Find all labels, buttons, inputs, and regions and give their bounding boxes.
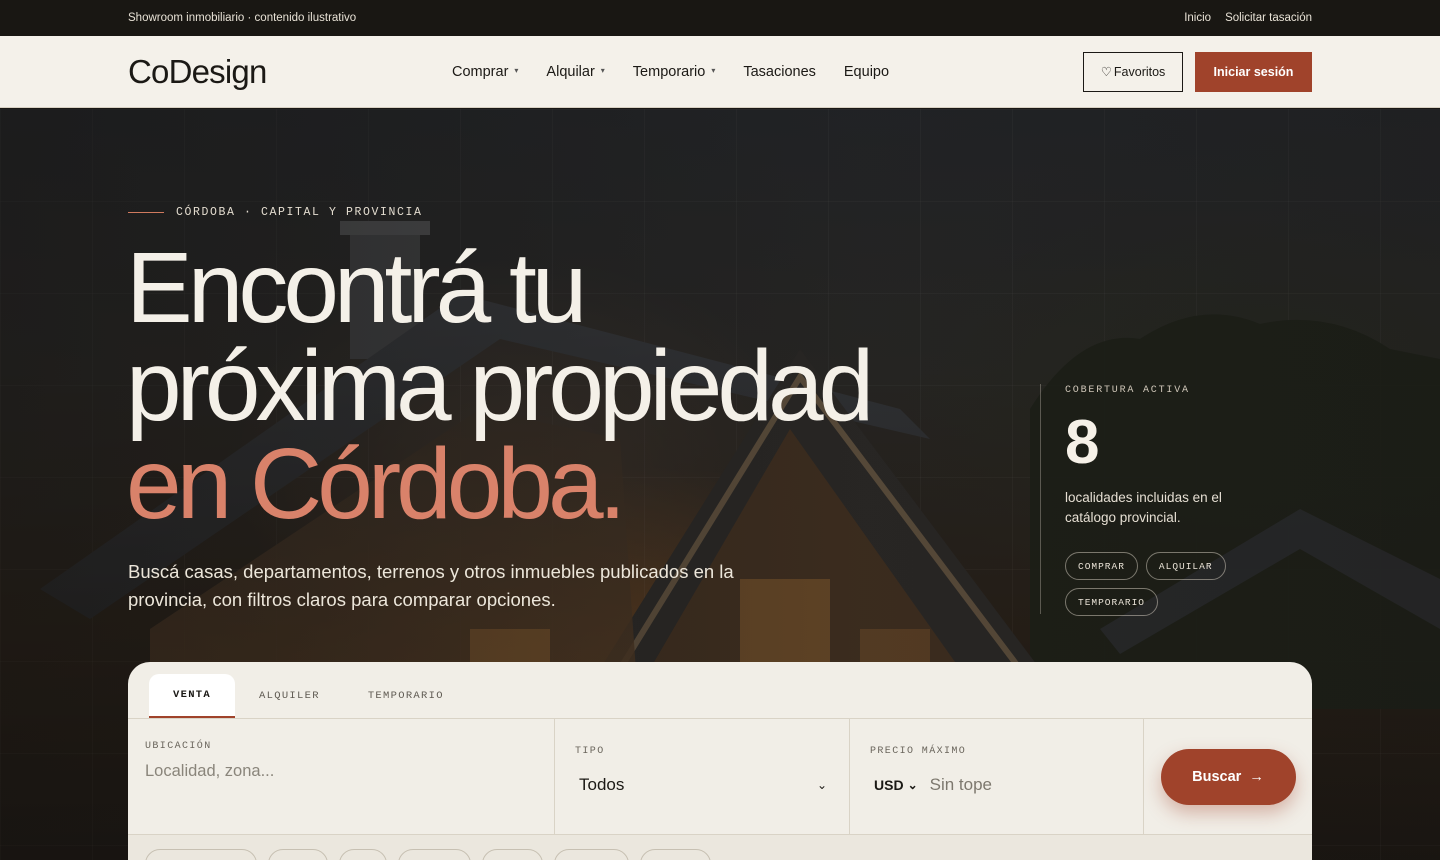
favorites-button[interactable]: ♡ Favoritos <box>1083 51 1183 92</box>
chip-alquilar[interactable]: ALQUILAR <box>1145 552 1226 580</box>
tab-temporario[interactable]: TEMPORARIO <box>344 674 468 718</box>
utility-link-tasacion[interactable]: Solicitar tasación <box>1225 12 1312 24</box>
hero-headline: Encontrá tu próxima propiedad en Córdoba… <box>126 238 874 534</box>
quick-filter-chip[interactable] <box>398 849 471 860</box>
tab-alquiler[interactable]: ALQUILER <box>235 674 344 718</box>
price-field: PRECIO MÁXIMO USD ⌄ <box>850 719 1144 834</box>
quick-filter-chip[interactable] <box>339 849 387 860</box>
location-input[interactable] <box>145 762 525 781</box>
chevron-down-icon: ⌄ <box>907 778 918 792</box>
currency-value: USD <box>874 777 904 793</box>
heart-icon: ♡ <box>1100 65 1112 79</box>
max-price-input[interactable] <box>929 775 1110 795</box>
eyebrow-text: CÓRDOBA · CAPITAL Y PROVINCIA <box>176 206 423 219</box>
tab-venta[interactable]: VENTA <box>149 674 236 718</box>
type-field: TIPO Todos ⌄ <box>555 719 850 834</box>
search-panel: VENTA ALQUILER TEMPORARIO UBICACIÓN TIPO… <box>128 662 1312 860</box>
nav-label: Tasaciones <box>743 63 816 80</box>
headline-line-1: Encontrá tu <box>126 232 587 344</box>
header-actions: ♡ Favoritos Iniciar sesión <box>1083 51 1312 92</box>
hero-eyebrow: CÓRDOBA · CAPITAL Y PROVINCIA <box>128 206 423 219</box>
chevron-down-icon: ⌄ <box>816 778 827 792</box>
nav-label: Alquilar <box>546 63 595 80</box>
nav-label: Equipo <box>843 63 890 80</box>
main-nav: Comprar ▾ Alquilar ▾ Temporario ▾ Tasaci… <box>452 64 889 80</box>
nav-label: Comprar <box>452 63 509 80</box>
type-label: TIPO <box>575 746 605 757</box>
caret-down-icon: ▾ <box>600 66 605 75</box>
caret-down-icon: ▾ <box>711 66 716 75</box>
quick-filter-chip[interactable] <box>268 849 328 860</box>
site-logo[interactable]: CoDesign <box>128 53 452 91</box>
quick-filter-chip[interactable] <box>482 849 543 860</box>
hero-subtitle: Buscá casas, departamentos, terrenos y o… <box>128 561 734 610</box>
currency-select[interactable]: USD ⌄ <box>874 777 918 793</box>
utility-bar: Showroom inmobiliario · contenido ilustr… <box>0 0 1440 36</box>
nav-item-tasaciones[interactable]: Tasaciones <box>743 64 816 80</box>
quick-filter-chip[interactable] <box>145 849 257 860</box>
favorites-label: Favoritos <box>1113 64 1166 79</box>
price-label: PRECIO MÁXIMO <box>870 746 967 757</box>
nav-item-alquilar[interactable]: Alquilar ▾ <box>546 64 604 80</box>
hero: CÓRDOBA · CAPITAL Y PROVINCIA Encontrá t… <box>0 109 1440 860</box>
chip-temporario[interactable]: TEMPORARIO <box>1065 588 1159 616</box>
search-tabs: VENTA ALQUILER TEMPORARIO <box>128 662 1312 719</box>
coverage-description: localidades incluidas en el catálogo pro… <box>1065 490 1222 525</box>
eyebrow-line <box>128 212 164 213</box>
utility-link-inicio[interactable]: Inicio <box>1184 12 1211 24</box>
utility-tagline: Showroom inmobiliario · contenido ilustr… <box>128 12 357 24</box>
quick-filters-row <box>128 834 1312 860</box>
headline-line-2: próxima propiedad <box>126 330 874 442</box>
chip-comprar[interactable]: COMPRAR <box>1065 552 1138 580</box>
login-button[interactable]: Iniciar sesión <box>1195 51 1312 92</box>
nav-item-equipo[interactable]: Equipo <box>844 64 889 80</box>
quick-filter-chip[interactable] <box>640 849 711 860</box>
site-header: CoDesign Comprar ▾ Alquilar ▾ Temporario… <box>0 36 1440 108</box>
type-select[interactable]: Todos ⌄ <box>575 775 827 795</box>
caret-down-icon: ▾ <box>514 66 519 75</box>
headline-accent: en Córdoba. <box>126 428 626 540</box>
coverage-chips: COMPRAR ALQUILAR TEMPORARIO <box>1065 552 1285 616</box>
search-button-cell: Buscar → <box>1144 719 1312 834</box>
search-fields: UBICACIÓN TIPO Todos ⌄ PRECIO MÁXIMO USD… <box>128 719 1312 834</box>
utility-links: Inicio Solicitar tasación <box>1184 12 1312 24</box>
price-row: USD ⌄ <box>870 775 1126 795</box>
arrow-right-icon: → <box>1249 768 1264 785</box>
type-selected-value: Todos <box>579 775 625 794</box>
coverage-panel: COBERTURA ACTIVA 8 localidades incluidas… <box>1040 384 1290 616</box>
location-field: UBICACIÓN <box>128 719 555 834</box>
nav-item-temporario[interactable]: Temporario ▾ <box>633 64 716 80</box>
coverage-label: COBERTURA ACTIVA <box>1065 385 1190 396</box>
coverage-number: 8 <box>1065 408 1100 477</box>
search-button-label: Buscar <box>1192 768 1242 785</box>
nav-label: Temporario <box>632 63 706 80</box>
search-button[interactable]: Buscar → <box>1160 748 1296 805</box>
location-label: UBICACIÓN <box>145 741 212 752</box>
quick-filter-chip[interactable] <box>554 849 629 860</box>
nav-item-comprar[interactable]: Comprar ▾ <box>452 64 518 80</box>
